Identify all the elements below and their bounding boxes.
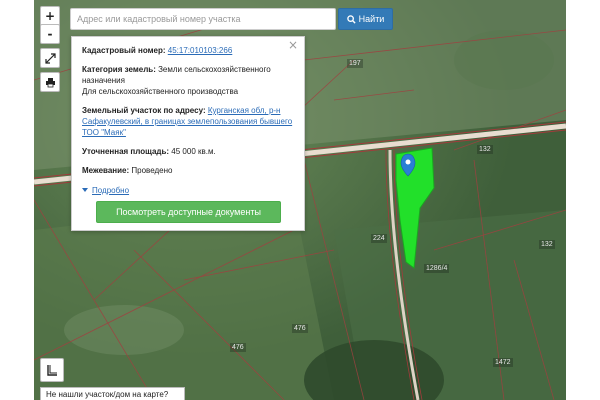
area-value: 45 000 кв.м. [171,147,216,156]
zoom-out-button[interactable]: - [40,24,60,44]
cadastral-label: Кадастровый номер: [82,46,166,55]
cadastral-number-link[interactable]: 45:17:010103:266 [168,46,233,55]
search-button[interactable]: Найти [338,8,393,30]
parcel-label: 1472 [493,358,513,367]
more-details-link[interactable]: Подробно [82,185,129,196]
parcel-label: 132 [539,240,555,249]
search-icon [346,14,356,24]
search-button-label: Найти [358,14,385,24]
expand-icon [44,52,56,64]
print-icon [45,77,55,87]
fullscreen-button[interactable] [40,48,60,68]
caret-down-icon [82,188,88,192]
layers-icon [47,365,57,376]
parcel-info-popup: × Кадастровый номер: 45:17:010103:266 Ка… [71,36,305,231]
print-button[interactable] [40,72,60,92]
parcel-label: 476 [292,324,308,333]
address-label: Земельный участок по адресу: [82,106,206,115]
survey-label: Межевание: [82,166,130,175]
parcel-label: 1286/4 [424,264,450,273]
search-input[interactable] [70,8,336,30]
zoom-in-button[interactable]: + [40,6,60,26]
parcel-label: 224 [371,234,387,243]
cadastral-row: Кадастровый номер: 45:17:010103:266 [82,45,294,56]
area-label: Уточненная площадь: [82,147,170,156]
more-details-label: Подробно [92,185,130,195]
layers-button[interactable] [40,358,64,382]
parcel-label: 132 [477,145,493,154]
address-row: Земельный участок по адресу: Курганская … [82,105,294,138]
area-row: Уточненная площадь: 45 000 кв.м. [82,146,294,157]
view-documents-button[interactable]: Посмотреть доступные документы [96,201,281,223]
survey-value: Проведено [131,166,173,175]
not-found-prompt[interactable]: Не нашли участок/дом на карте? [40,387,185,400]
parcel-label: 197 [347,59,363,68]
category-label: Категория земель: [82,65,156,74]
close-icon[interactable]: × [288,39,298,51]
survey-row: Межевание: Проведено [82,165,294,176]
more-row: Подробно [82,184,294,196]
category-purpose: Для сельскохозяйственного производства [82,87,239,96]
parcel-label: 476 [230,343,246,352]
category-row: Категория земель: Земли сельскохозяйстве… [82,64,294,97]
